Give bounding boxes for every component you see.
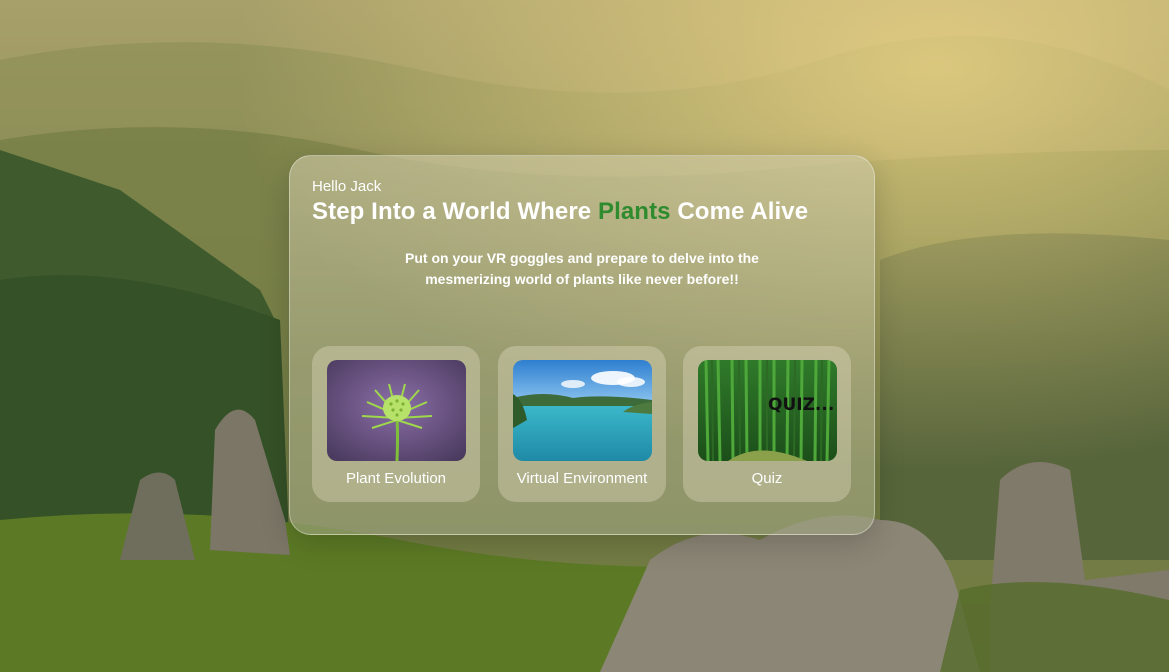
lake-landscape-image [513, 360, 652, 461]
welcome-panel: Hello Jack Step Into a World Where Plant… [289, 155, 875, 535]
subtitle: Put on your VR goggles and prepare to de… [290, 248, 874, 290]
plant-evolution-label: Plant Evolution [345, 470, 447, 487]
plant-evolution-card[interactable]: Plant Evolution [312, 346, 480, 502]
subtitle-line-2: mesmerizing world of plants like never b… [425, 271, 739, 287]
bamboo-forest-image: QUIZ... [698, 360, 837, 461]
title-part-2: Come Alive [670, 198, 809, 225]
virtual-environment-card[interactable]: Virtual Environment [498, 346, 666, 502]
page-title: Step Into a World Where Plants Come Aliv… [312, 198, 808, 226]
quiz-image-text: QUIZ... [768, 395, 834, 415]
greeting-text: Hello Jack [312, 178, 382, 195]
virtual-environment-label: Virtual Environment [516, 470, 648, 487]
title-accent: Plants [597, 198, 671, 225]
quiz-label: Quiz [751, 470, 783, 487]
subtitle-line-1: Put on your VR goggles and prepare to de… [405, 250, 759, 266]
title-part-1: Step Into a World Where [312, 198, 598, 225]
plant-flower-image [327, 360, 466, 461]
quiz-card[interactable]: QUIZ... Quiz [683, 346, 851, 502]
